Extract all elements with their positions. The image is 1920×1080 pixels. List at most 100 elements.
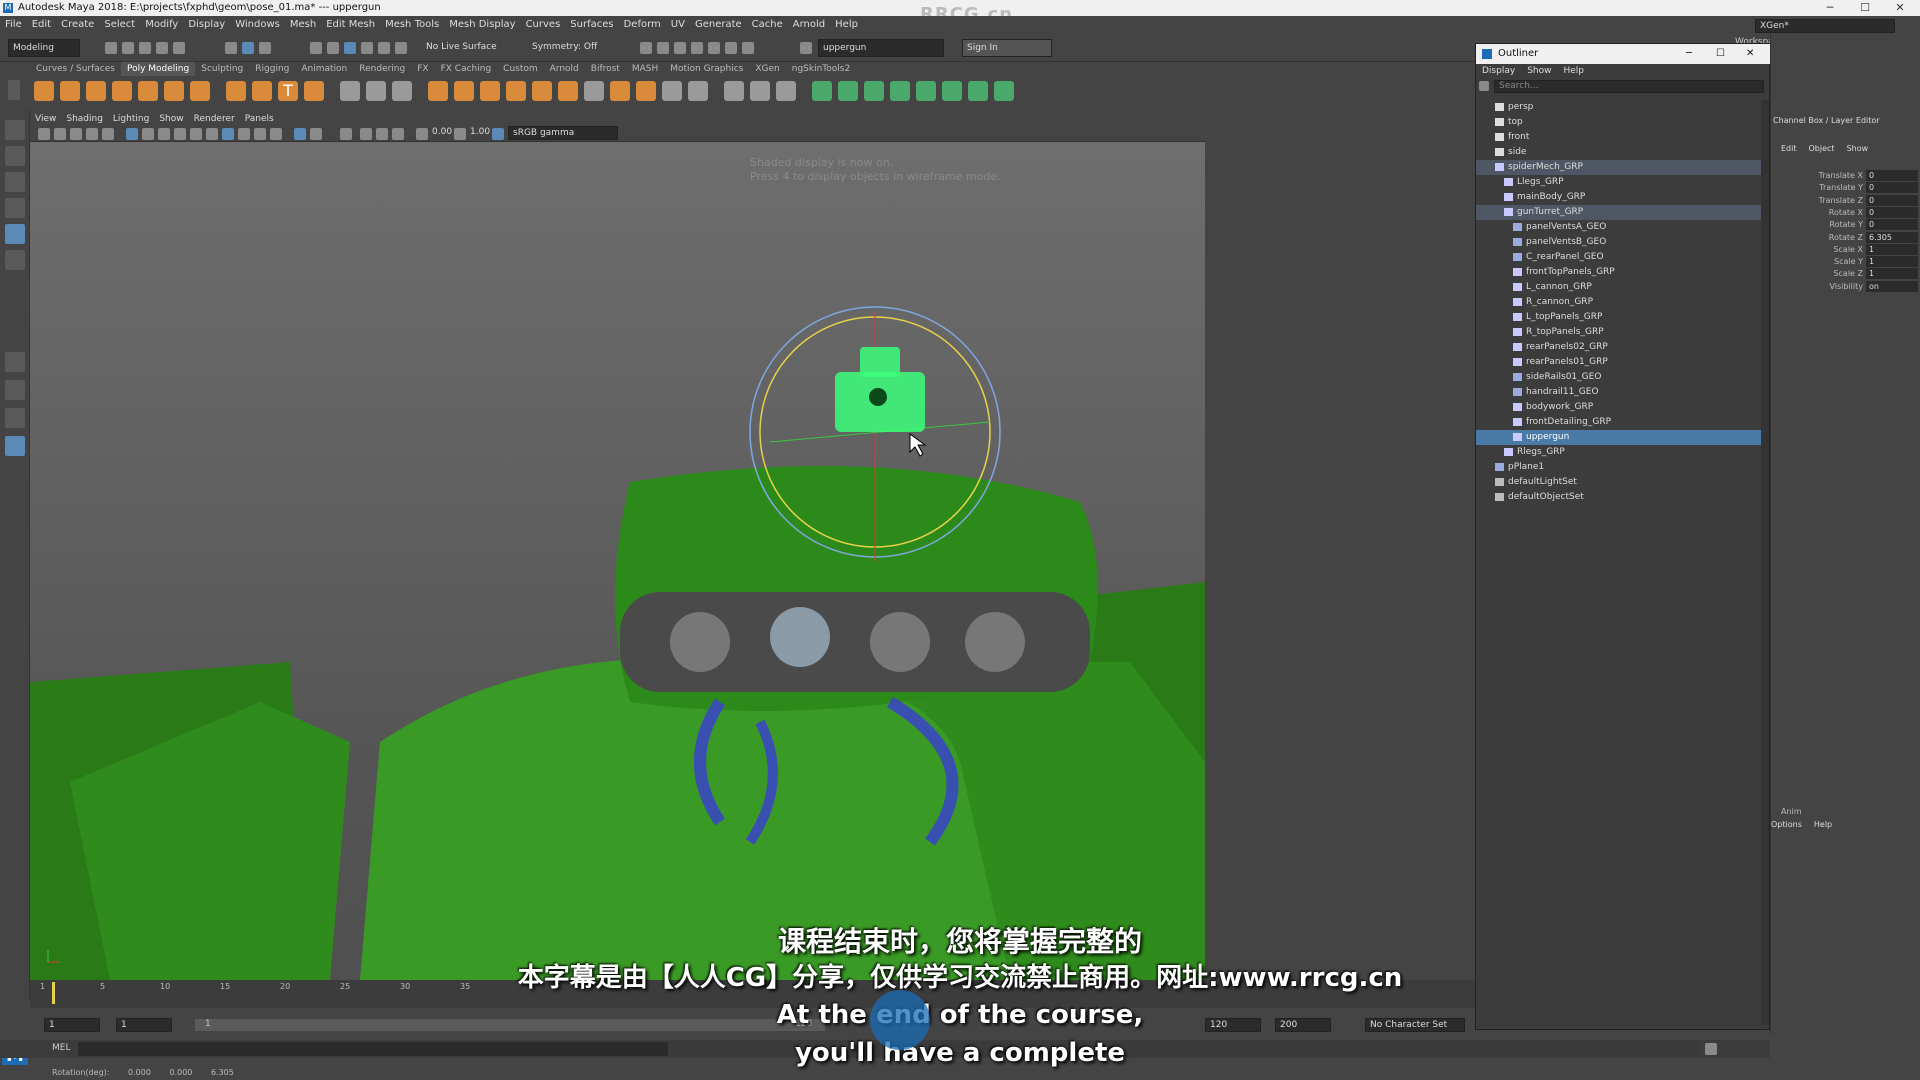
- menu-arnold[interactable]: Arnold: [788, 16, 830, 34]
- maximize-icon[interactable]: ☐: [1716, 44, 1725, 64]
- outliner-item[interactable]: R_cannon_GRP: [1476, 295, 1761, 310]
- shelf-tab-fx-caching[interactable]: FX Caching: [435, 62, 498, 76]
- shelf-tab-curves-surfaces[interactable]: Curves / Surfaces: [30, 62, 121, 76]
- poly-plane-icon[interactable]: [164, 81, 184, 101]
- gamma-value[interactable]: 1.00: [470, 127, 490, 137]
- outliner-item[interactable]: mainBody_GRP: [1476, 190, 1761, 205]
- rename-field-icon[interactable]: [800, 42, 812, 54]
- viewport-menu-lighting[interactable]: Lighting: [108, 112, 154, 126]
- snap-curve-icon[interactable]: [327, 42, 339, 54]
- move-tool-icon[interactable]: [5, 198, 25, 218]
- shelf-tab-custom[interactable]: Custom: [497, 62, 543, 76]
- connect-icon[interactable]: [724, 81, 744, 101]
- outliner-item[interactable]: uppergun: [1476, 430, 1761, 445]
- scale-tool-icon[interactable]: [5, 250, 25, 270]
- menu-windows[interactable]: Windows: [230, 16, 285, 34]
- bevel-poly-icon[interactable]: [584, 81, 604, 101]
- channel-value[interactable]: 0: [1866, 170, 1918, 181]
- outliner-layout-icon[interactable]: [5, 436, 25, 456]
- viewport-menu-panels[interactable]: Panels: [240, 112, 279, 126]
- viewport-menu-renderer[interactable]: Renderer: [189, 112, 240, 126]
- channel-row[interactable]: Rotate X0: [1771, 206, 1920, 219]
- symmetry-dropdown[interactable]: Symmetry: Off: [528, 39, 608, 57]
- insert-edge-loop-icon[interactable]: [750, 81, 770, 101]
- maximize-icon[interactable]: ☐: [1850, 0, 1880, 16]
- redo-icon[interactable]: [173, 42, 185, 54]
- menu-mesh[interactable]: Mesh: [285, 16, 321, 34]
- save-scene-icon[interactable]: [139, 42, 151, 54]
- outliner-item[interactable]: front: [1476, 130, 1761, 145]
- channel-menu-options[interactable]: Options: [1771, 820, 1802, 829]
- channel-row[interactable]: Translate Y0: [1771, 182, 1920, 194]
- smooth-shade-icon[interactable]: [238, 128, 250, 140]
- outliner-item[interactable]: C_rearPanel_GEO: [1476, 250, 1761, 265]
- menu-create[interactable]: Create: [56, 16, 99, 34]
- grid-icon[interactable]: [126, 128, 138, 140]
- menu-mesh-display[interactable]: Mesh Display: [444, 16, 520, 34]
- outliner-item[interactable]: defaultLightSet: [1476, 475, 1761, 490]
- viewport-menu-shading[interactable]: Shading: [61, 112, 108, 126]
- menu-surfaces[interactable]: Surfaces: [565, 16, 618, 34]
- super-shape-icon[interactable]: [252, 81, 272, 101]
- outliner-item[interactable]: handrail11_GEO: [1476, 385, 1761, 400]
- gate-mask-icon[interactable]: [174, 128, 186, 140]
- channel-row[interactable]: Scale X1: [1771, 243, 1920, 256]
- shelf-settings-icon[interactable]: [8, 80, 20, 100]
- boolean-icon[interactable]: [428, 81, 448, 101]
- shelf-tab-rigging[interactable]: Rigging: [249, 62, 295, 76]
- channel-row[interactable]: Translate Z0: [1771, 194, 1920, 207]
- poly-disc-icon[interactable]: [190, 81, 210, 101]
- outliner-item[interactable]: persp: [1476, 100, 1761, 115]
- shelf-tab-arnold[interactable]: Arnold: [544, 62, 585, 76]
- channel-menu-object[interactable]: Object: [1809, 144, 1835, 153]
- shelf-tab-animation[interactable]: Animation: [295, 62, 353, 76]
- textured-icon[interactable]: [254, 128, 266, 140]
- color-space-dropdown[interactable]: sRGB gamma: [508, 126, 618, 140]
- menu-cache[interactable]: Cache: [747, 16, 788, 34]
- channel-value[interactable]: 1: [1866, 256, 1918, 268]
- channel-value[interactable]: 0: [1866, 219, 1918, 231]
- outliner-menu-show[interactable]: Show: [1521, 64, 1557, 78]
- menu-modify[interactable]: Modify: [140, 16, 183, 34]
- viewport-menu-view[interactable]: View: [30, 112, 61, 126]
- uv-layout-icon[interactable]: [994, 81, 1014, 101]
- outliner-item[interactable]: top: [1476, 115, 1761, 130]
- platonic-solid-icon[interactable]: [226, 81, 246, 101]
- wireframe-icon[interactable]: [222, 128, 234, 140]
- four-view-layout-icon[interactable]: [5, 380, 25, 400]
- outliner-item[interactable]: rearPanels02_GRP: [1476, 340, 1761, 355]
- poly-cylinder-icon[interactable]: [86, 81, 106, 101]
- close-icon[interactable]: ✕: [1885, 0, 1915, 16]
- snap-view-icon[interactable]: [361, 42, 373, 54]
- menu-uv[interactable]: UV: [666, 16, 690, 34]
- menu-help[interactable]: Help: [830, 16, 863, 34]
- channel-menu-show[interactable]: Show: [1847, 144, 1869, 153]
- outliner-item[interactable]: rearPanels01_GRP: [1476, 355, 1761, 370]
- object-name-field[interactable]: uppergun: [818, 39, 944, 57]
- shadows-icon[interactable]: [340, 128, 352, 140]
- channel-row[interactable]: Translate X0: [1771, 170, 1920, 182]
- anti-alias-icon[interactable]: [392, 128, 404, 140]
- lights-icon[interactable]: [270, 128, 282, 140]
- menu-select[interactable]: Select: [99, 16, 140, 34]
- outliner-scrollbar[interactable]: [1761, 100, 1769, 1025]
- svg-icon[interactable]: [304, 81, 324, 101]
- outliner-item[interactable]: bodywork_GRP: [1476, 400, 1761, 415]
- outliner-item[interactable]: panelVentsB_GEO: [1476, 235, 1761, 250]
- field-chart-icon[interactable]: [190, 128, 202, 140]
- shelf-tab-poly-modeling[interactable]: Poly Modeling: [120, 62, 196, 76]
- poly-torus-icon[interactable]: [138, 81, 158, 101]
- new-scene-icon[interactable]: [105, 42, 117, 54]
- shelf-tab-motion-graphics[interactable]: Motion Graphics: [664, 62, 749, 76]
- poly-cube-icon[interactable]: [60, 81, 80, 101]
- separate-icon[interactable]: [366, 81, 386, 101]
- gamma-icon[interactable]: [454, 128, 466, 140]
- outliner-item[interactable]: defaultObjectSet: [1476, 490, 1761, 505]
- outliner-item[interactable]: gunTurret_GRP: [1476, 205, 1761, 220]
- shelf-tab-xgen[interactable]: XGen: [749, 62, 785, 76]
- close-icon[interactable]: ✕: [1746, 44, 1754, 64]
- xray-icon[interactable]: [310, 128, 322, 140]
- select-by-hierarchy-icon[interactable]: [225, 42, 237, 54]
- camera-attributes-icon[interactable]: [54, 128, 66, 140]
- bevel-icon[interactable]: [532, 81, 552, 101]
